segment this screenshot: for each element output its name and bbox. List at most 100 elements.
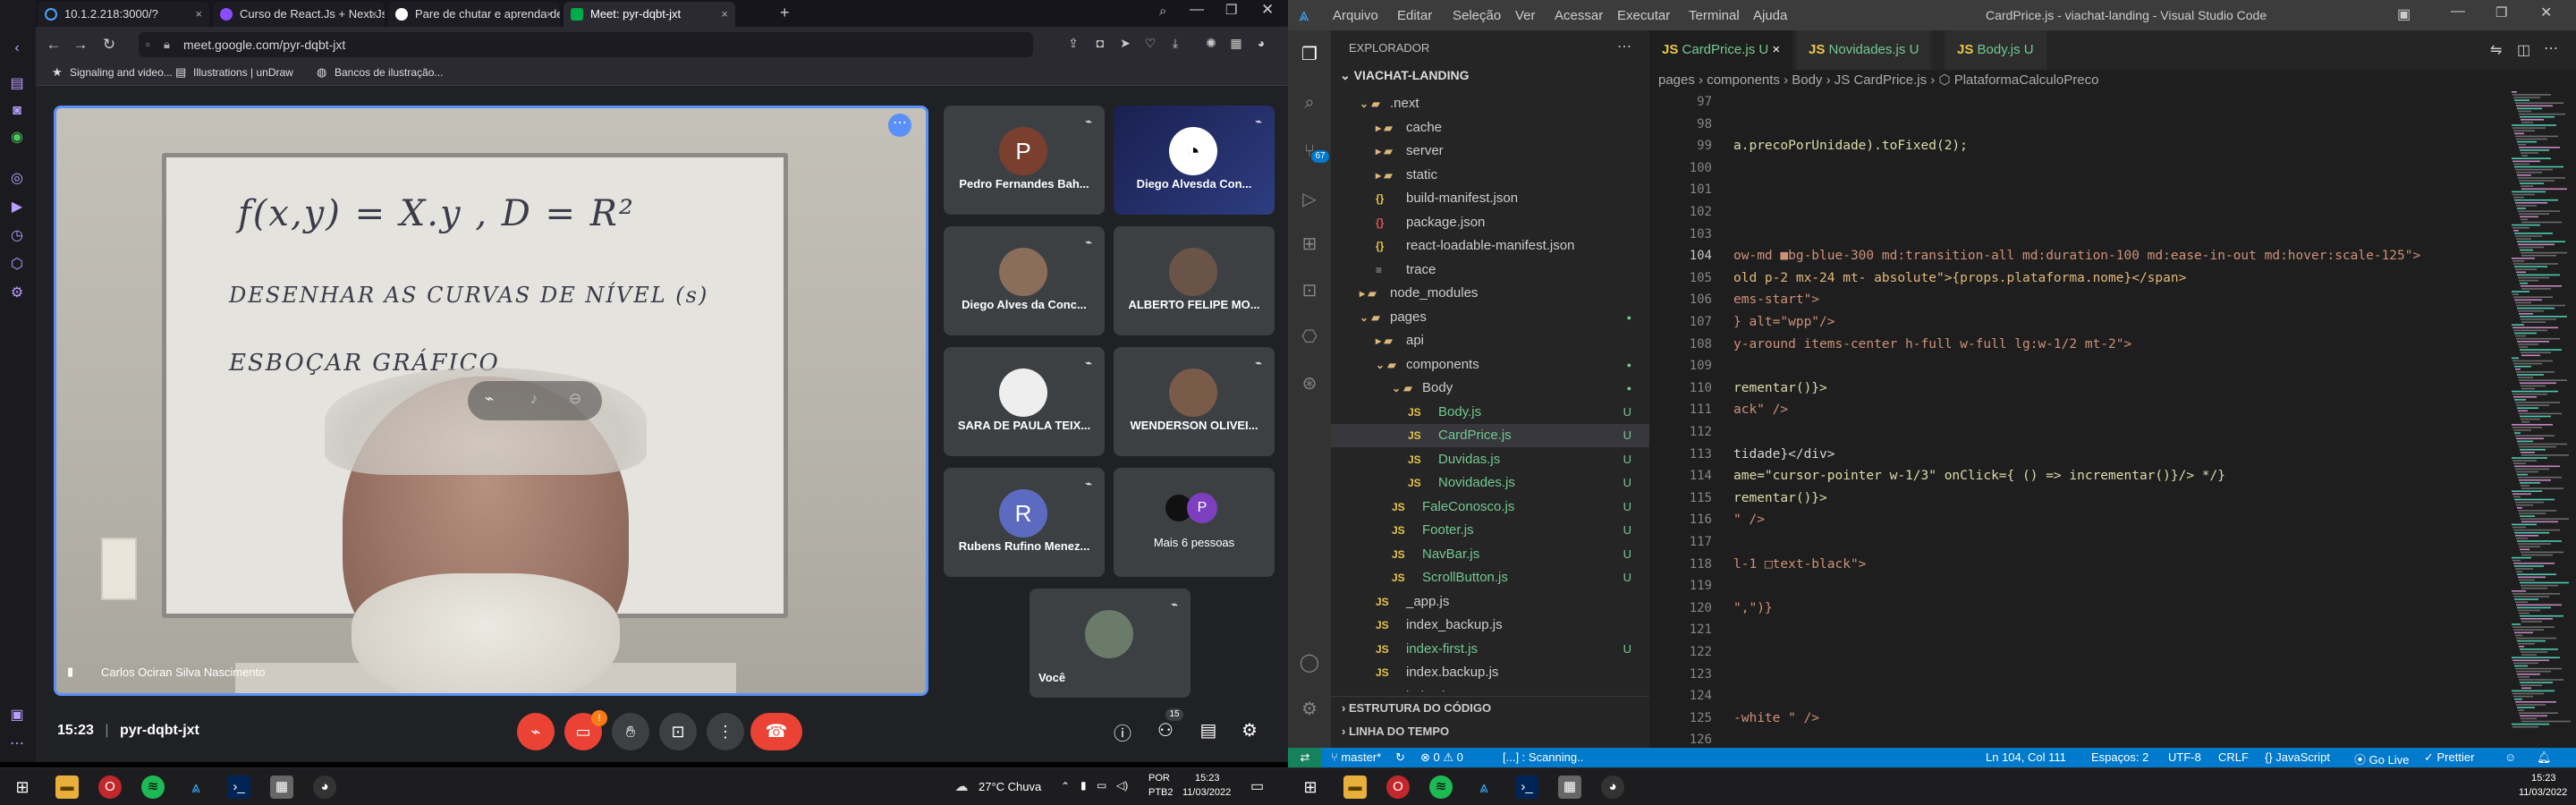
participant-tile[interactable]: ◔ ⌁ Diego Alvesda Con... xyxy=(1114,106,1275,215)
tree-item[interactable]: JS _app.js xyxy=(1331,590,1649,614)
tab-localhost[interactable]: 10.1.2.218:3000/? × xyxy=(38,2,209,27)
windows-start-icon[interactable]: ⊞ xyxy=(11,775,34,799)
play-icon[interactable]: ▶ xyxy=(8,199,26,216)
manage-gear-icon[interactable]: ⚙ xyxy=(1299,698,1320,719)
outline-section[interactable]: › ESTRUTURA DO CÓDIGO xyxy=(1342,701,1491,715)
bookmark-bancos[interactable]: Bancos de ilustração... xyxy=(335,66,443,79)
project-header[interactable]: ⌄ VIACHAT-LANDING xyxy=(1340,68,1469,83)
tree-item[interactable]: ▸ ▰ cache xyxy=(1331,116,1649,140)
tree-item[interactable]: JS FaleConosco.js U xyxy=(1331,496,1649,519)
mic-off-icon[interactable]: ⌁ xyxy=(479,390,500,411)
whatsapp-icon[interactable]: ◉ xyxy=(8,129,26,147)
indentation-status[interactable]: Espaços: 2 xyxy=(2091,750,2148,764)
extensions-icon[interactable]: ⊞ xyxy=(1299,233,1320,254)
close-icon[interactable]: × xyxy=(546,2,553,27)
maximize-icon[interactable]: ❐ xyxy=(1225,2,1237,18)
code-editor[interactable]: 97 98 99 a.precoPorUnidade).toFixed(2); 100 1… xyxy=(1649,95,2508,748)
more-people-tile[interactable]: P Mais 6 pessoas xyxy=(1114,468,1275,577)
participant-tile[interactable]: ⌁ SARA DE PAULA TEIX... xyxy=(944,347,1105,456)
heart-icon[interactable]: ♡ xyxy=(1141,36,1159,51)
language-mode[interactable]: {} JavaScript xyxy=(2265,750,2330,764)
cursor-position[interactable]: Ln 104, Col 111 xyxy=(1986,750,2066,764)
send-icon[interactable]: ➤ xyxy=(1116,36,1134,51)
gallery-icon[interactable]: ▦ xyxy=(1227,36,1245,51)
calculator-icon-2[interactable]: ▦ xyxy=(1558,775,1581,799)
file-explorer-icon-2[interactable]: ▬ xyxy=(1343,775,1367,799)
vscode-icon-2[interactable]: ⩓ xyxy=(1472,775,1496,799)
camera-icon[interactable]: ◙ xyxy=(8,102,26,120)
close-icon[interactable]: ✕ xyxy=(2540,4,2552,21)
notification-center-icon[interactable]: ▭ xyxy=(1250,777,1264,795)
menu-executar[interactable]: Executar xyxy=(1617,8,1670,23)
tree-item[interactable]: JS index.js M xyxy=(1331,685,1649,692)
tab-body[interactable]: JS Body.js U xyxy=(1945,30,2047,70)
restore-icon[interactable]: ❐ xyxy=(2496,4,2507,21)
clock-icon[interactable]: ◷ xyxy=(8,227,26,245)
back-icon[interactable]: ← xyxy=(45,36,63,54)
tab-meet[interactable]: Meet: pyr-dqbt-jxt × xyxy=(564,2,735,27)
cube-icon[interactable]: ⬡ xyxy=(8,256,26,274)
present-button[interactable]: ⊡ xyxy=(659,713,697,750)
participant-tile[interactable]: ALBERTO FELIPE MO... xyxy=(1114,226,1275,335)
tree-item[interactable]: JS ScrollButton.js U xyxy=(1331,566,1649,589)
raise-hand-button[interactable]: ✋︎ xyxy=(612,713,649,750)
main-video-tile[interactable]: f(x,y) = X.y , D = R² DESENHAR AS CURVAS… xyxy=(54,106,928,696)
back-nav-icon[interactable]: ‹ xyxy=(8,39,26,57)
tree-item[interactable]: ⌄ ▰ pages ● xyxy=(1331,306,1649,329)
download-icon[interactable]: ⤓ xyxy=(1166,36,1184,51)
extension-icon[interactable]: ✺ xyxy=(1202,36,1220,51)
message-icon[interactable]: ◎ xyxy=(8,170,26,188)
tree-item[interactable]: ▸ ▰ static xyxy=(1331,164,1649,187)
tree-item[interactable]: JS Duvidas.js U xyxy=(1331,448,1649,471)
windows-start-icon-2[interactable]: ⊞ xyxy=(1299,775,1322,799)
close-icon[interactable]: × xyxy=(721,2,728,27)
self-tile[interactable]: ⌁ Você xyxy=(1030,589,1191,698)
opera-icon-2[interactable]: O xyxy=(1386,775,1410,799)
tree-item[interactable]: JS Novidades.js U xyxy=(1331,471,1649,495)
remote-explorer-icon[interactable]: ⊡ xyxy=(1299,279,1320,301)
powershell-icon-2[interactable]: ›_ xyxy=(1515,775,1538,799)
participant-tile[interactable]: ⌁ Diego Alves da Conc... xyxy=(944,226,1105,335)
explorer-more-icon[interactable]: ⋯ xyxy=(1617,38,1631,55)
explorer-icon[interactable]: ❐ xyxy=(1299,43,1320,64)
compare-icon[interactable]: ⇋ xyxy=(2490,41,2502,59)
tree-item[interactable]: JS Footer.js U xyxy=(1331,519,1649,542)
timeline-section[interactable]: › LINHA DO TEMPO xyxy=(1342,724,1449,738)
tree-item[interactable]: JS index.backup.js xyxy=(1331,661,1649,684)
participant-tile[interactable]: P ⌁ Pedro Fernandes Bah... xyxy=(944,106,1105,215)
tree-item[interactable]: JS index-first.js U xyxy=(1331,638,1649,661)
chat-icon[interactable]: ▤ xyxy=(1197,719,1220,741)
golive-status[interactable]: ⦿ Go Live xyxy=(2354,750,2409,767)
opera-icon[interactable]: O xyxy=(98,775,122,799)
shield-icon[interactable]: ▫ xyxy=(146,32,150,57)
more-options-icon[interactable]: ⋯ xyxy=(888,114,911,137)
reload-icon[interactable]: ↻ xyxy=(100,36,118,54)
clock-time[interactable]: 15:23 xyxy=(1195,773,1220,784)
calculator-icon[interactable]: ▦ xyxy=(270,775,293,799)
info-icon[interactable]: ⓘ xyxy=(1111,719,1134,745)
activities-icon[interactable]: ⚙ xyxy=(1238,719,1261,741)
network-icon[interactable]: ▭ xyxy=(1097,779,1106,792)
bookmark-undraw[interactable]: Illustrations | unDraw xyxy=(193,66,293,79)
layout-icon[interactable]: ▣ xyxy=(2397,5,2411,23)
more-options-button[interactable]: ⋮ xyxy=(707,713,744,750)
weather-text[interactable]: 27°C Chuva xyxy=(979,780,1041,793)
close-window-icon[interactable]: ✕ xyxy=(1261,1,1274,19)
run-debug-icon[interactable]: ▷ xyxy=(1299,188,1320,209)
language-indicator[interactable]: POR xyxy=(1148,773,1170,784)
remote-icon[interactable]: ⇄ xyxy=(1288,748,1322,767)
people-icon[interactable]: ⚇ xyxy=(1154,719,1177,741)
encoding-status[interactable]: UTF-8 xyxy=(2168,750,2201,764)
tree-item[interactable]: {} react-loadable-manifest.json xyxy=(1331,234,1649,258)
spotify-icon-2[interactable]: ≋ xyxy=(1429,775,1453,799)
clock-date-2[interactable]: 11/03/2022 xyxy=(2519,787,2567,798)
prettier-status[interactable]: ✓ Prettier xyxy=(2424,750,2474,765)
app-icon[interactable]: ◕ xyxy=(313,775,336,799)
tree-item[interactable]: ⌄ ▰ Body ● xyxy=(1331,377,1649,400)
remove-icon[interactable]: ⊖ xyxy=(564,390,586,411)
tree-item[interactable]: {} build-manifest.json xyxy=(1331,187,1649,210)
tree-item[interactable]: JS NavBar.js U xyxy=(1331,543,1649,566)
lock-icon[interactable]: 🔒︎ xyxy=(164,32,170,57)
tree-item[interactable]: ⌄ ▰ .next xyxy=(1331,92,1649,115)
split-editor-icon[interactable]: ◫ xyxy=(2517,41,2530,59)
